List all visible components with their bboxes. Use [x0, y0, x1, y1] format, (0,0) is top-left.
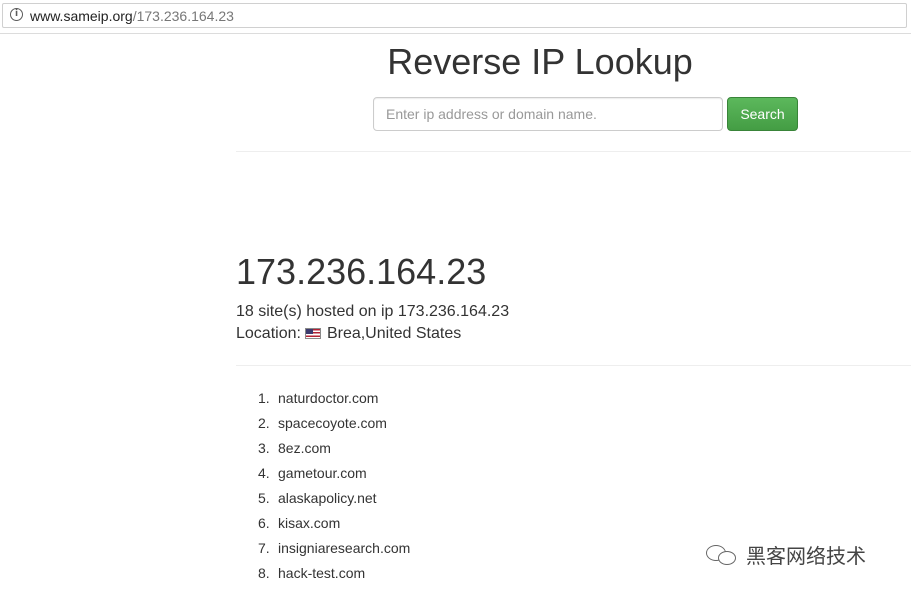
list-item: 3. 8ez.com [258, 438, 410, 463]
list-item-number: 6. [258, 515, 270, 531]
search-input[interactable] [373, 97, 723, 131]
search-button[interactable]: Search [727, 97, 798, 131]
list-item: 7. insigniaresearch.com [258, 538, 410, 563]
url-host: www.sameip.org [30, 8, 133, 24]
list-item-number: 2. [258, 415, 270, 431]
info-icon[interactable]: i [10, 8, 23, 21]
wechat-icon [706, 543, 740, 567]
header-divider [236, 151, 911, 152]
site-link[interactable]: hack-test.com [278, 565, 365, 581]
list-item-number: 4. [258, 465, 270, 481]
url-text[interactable]: www.sameip.org/173.236.164.23 [30, 8, 234, 24]
list-item: 2. spacecoyote.com [258, 413, 410, 438]
watermark-text: 黑客网络技术 [746, 544, 866, 568]
list-item: 1. naturdoctor.com [258, 388, 410, 413]
url-field[interactable]: i www.sameip.org/173.236.164.23 [2, 3, 907, 28]
watermark: 黑客网络技术 [706, 540, 866, 570]
site-link[interactable]: spacecoyote.com [278, 415, 387, 431]
site-link[interactable]: kisax.com [278, 515, 340, 531]
ip-heading: 173.236.164.23 [236, 251, 487, 292]
site-link[interactable]: 8ez.com [278, 440, 331, 456]
site-list: 1. naturdoctor.com 2. spacecoyote.com 3. 8e… [258, 388, 410, 588]
list-item: 8. hack-test.com [258, 563, 410, 588]
list-item-number: 3. [258, 440, 270, 456]
list-item-number: 8. [258, 565, 270, 581]
site-link[interactable]: naturdoctor.com [278, 390, 378, 406]
site-link[interactable]: gametour.com [278, 465, 367, 481]
page-title: Reverse IP Lookup [387, 41, 693, 82]
location-row: Location: Brea,United States [236, 324, 461, 344]
list-item: 4. gametour.com [258, 463, 410, 488]
location-value: Brea,United States [326, 325, 462, 342]
us-flag-icon [304, 328, 321, 339]
url-path: /173.236.164.23 [132, 8, 234, 24]
list-item: 6. kisax.com [258, 513, 410, 538]
list-item: 5. alaskapolicy.net [258, 488, 410, 513]
result-divider [236, 365, 911, 366]
hosted-summary: 18 site(s) hosted on ip 173.236.164.23 [236, 303, 510, 320]
list-item-number: 7. [258, 540, 270, 556]
location-label: Location: [236, 325, 301, 342]
browser-address-bar: i www.sameip.org/173.236.164.23 [0, 0, 911, 34]
site-link[interactable]: insigniaresearch.com [278, 540, 410, 556]
site-link[interactable]: alaskapolicy.net [278, 490, 377, 506]
list-item-number: 5. [258, 490, 270, 506]
list-item-number: 1. [258, 390, 270, 406]
